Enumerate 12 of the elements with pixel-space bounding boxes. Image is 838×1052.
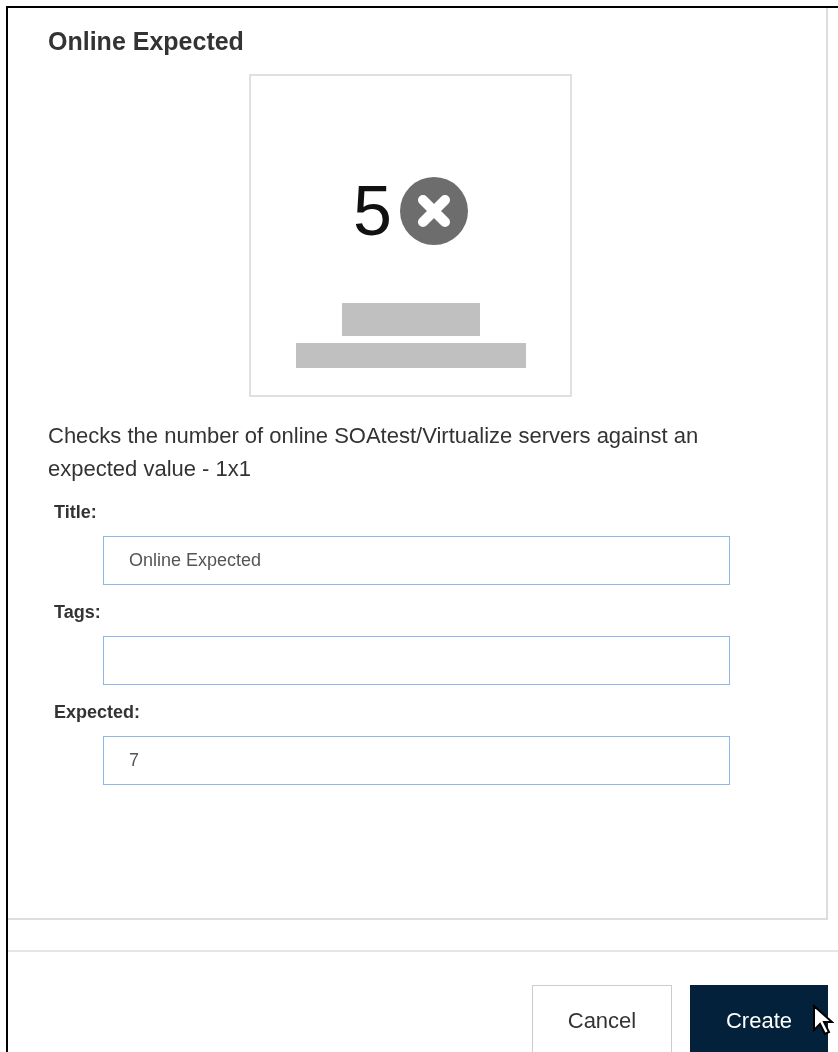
input-field[interactable]: 7 bbox=[103, 736, 730, 785]
field-label: Expected: bbox=[54, 701, 142, 724]
mouse-pointer-icon bbox=[812, 1004, 834, 1036]
preview-value: 5 bbox=[353, 176, 392, 246]
dialog-title: Online Expected bbox=[48, 26, 245, 56]
create-button[interactable]: Create bbox=[690, 985, 828, 1052]
cancel-button[interactable]: Cancel bbox=[532, 985, 672, 1052]
field-label: Tags: bbox=[54, 601, 102, 624]
field-label: Title: bbox=[54, 501, 98, 524]
input-field[interactable] bbox=[103, 636, 730, 685]
input-field[interactable]: Online Expected bbox=[103, 536, 730, 585]
description-text: Checks the number of online SOAtest/Virtualize servers against an expected value - 1x1 bbox=[48, 422, 700, 483]
